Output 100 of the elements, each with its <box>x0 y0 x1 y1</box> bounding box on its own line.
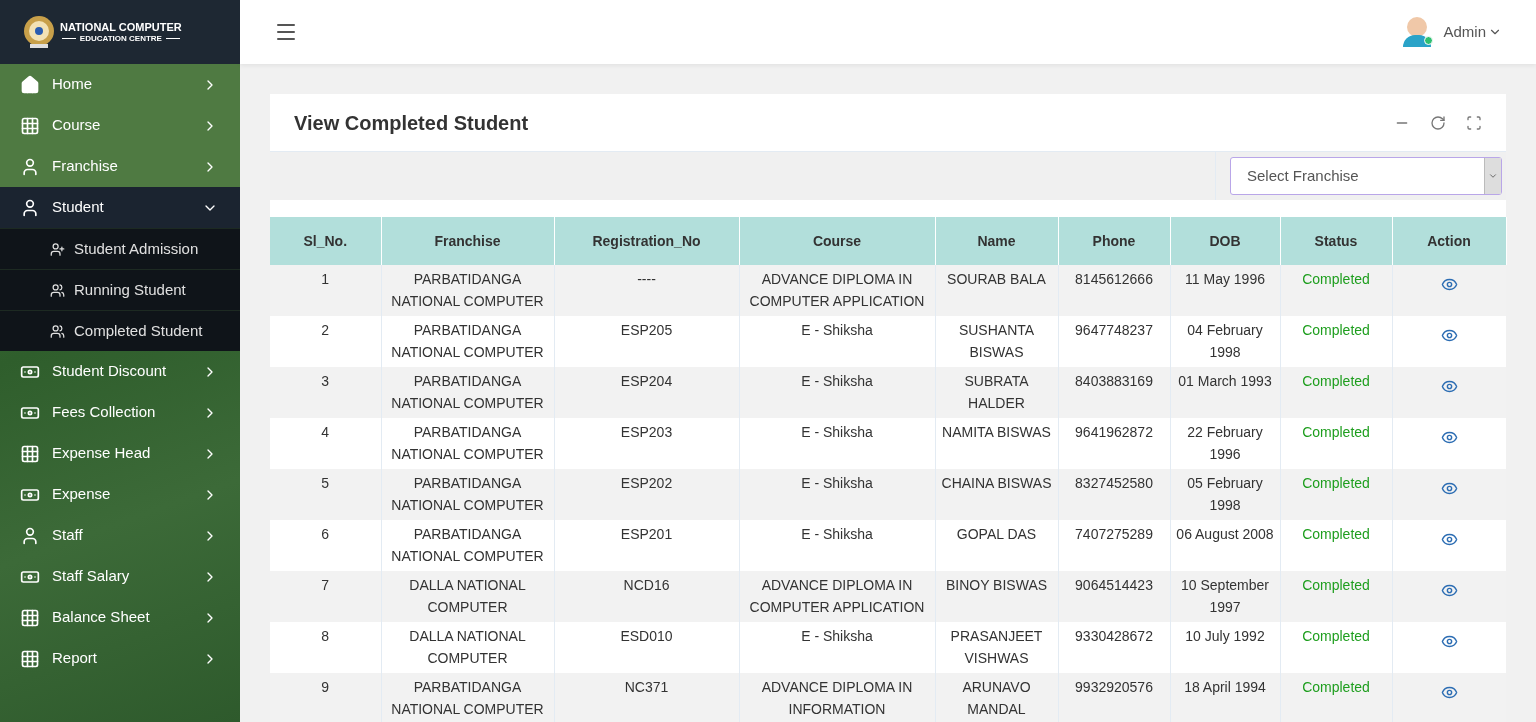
table-cell: E - Shiksha <box>739 418 935 469</box>
table-cell: E - Shiksha <box>739 316 935 367</box>
table-cell: 8327452580 <box>1058 469 1170 520</box>
table-cell: 8145612666 <box>1058 265 1170 316</box>
table-cell: 1 <box>270 265 381 316</box>
user-menu-button[interactable]: Admin <box>1443 20 1502 44</box>
sidebar-item[interactable]: Student <box>0 187 240 228</box>
table-cell: Completed <box>1280 673 1392 722</box>
table-cell: ARUNAVO MANDAL <box>935 673 1058 722</box>
table-cell: ---- <box>554 265 739 316</box>
table-cell: PARBATIDANGA NATIONAL COMPUTER <box>381 367 554 418</box>
card-title: View Completed Student <box>294 110 530 136</box>
table-cell: ESP201 <box>554 520 739 571</box>
submenu-item[interactable]: Completed Student <box>0 310 240 351</box>
table-cell: ADVANCE DIPLOMA IN COMPUTER APPLICATION <box>739 265 935 316</box>
table-cell: PARBATIDANGA NATIONAL COMPUTER <box>381 316 554 367</box>
table-cell: 9 <box>270 673 381 722</box>
brand-subtitle: EDUCATION CENTRE <box>79 33 162 44</box>
grid-icon <box>20 607 40 628</box>
table-cell: E - Shiksha <box>739 622 935 673</box>
table-cell: Completed <box>1280 265 1392 316</box>
sidebar-item[interactable]: Staff <box>0 515 240 556</box>
table-cell: DALLA NATIONAL COMPUTER <box>381 622 554 673</box>
table-cell: 6 <box>270 520 381 571</box>
table-cell: PARBATIDANGA NATIONAL COMPUTER <box>381 469 554 520</box>
sidebar-item[interactable]: Balance Sheet <box>0 597 240 638</box>
table-cell: SUBRATA HALDER <box>935 367 1058 418</box>
table-cell: E - Shiksha <box>739 520 935 571</box>
table-cell: Completed <box>1280 622 1392 673</box>
table-cell: 10 September 1997 <box>1170 571 1280 622</box>
avatar-icon <box>1403 17 1434 47</box>
refresh-icon[interactable] <box>1430 114 1446 131</box>
table-cell: 9647748237 <box>1058 316 1170 367</box>
table-cell: SOURAB BALA <box>935 265 1058 316</box>
table-cell: Completed <box>1280 469 1392 520</box>
table-cell: GOPAL DAS <box>935 520 1058 571</box>
table-cell: PARBATIDANGA NATIONAL COMPUTER <box>381 520 554 571</box>
sidebar-item[interactable]: Course <box>0 105 240 146</box>
sidebar-item[interactable]: Expense <box>0 474 240 515</box>
submenu-item[interactable]: Running Student <box>0 269 240 310</box>
table-cell: 7407275289 <box>1058 520 1170 571</box>
sidebar-item[interactable]: Franchise <box>0 146 240 187</box>
table-cell: Completed <box>1280 316 1392 367</box>
grid-icon <box>20 648 40 669</box>
table-cell: DALLA NATIONAL COMPUTER <box>381 571 554 622</box>
users-icon <box>50 323 65 339</box>
franchise-select[interactable]: Select Franchise <box>1230 157 1502 195</box>
table-cell: 9932920576 <box>1058 673 1170 722</box>
grid-icon <box>20 443 40 464</box>
user-icon <box>20 156 40 177</box>
table-cell: 11 May 1996 <box>1170 265 1280 316</box>
grid-icon <box>20 115 40 136</box>
table-cell: PARBATIDANGA NATIONAL COMPUTER <box>381 418 554 469</box>
table-cell: NCD16 <box>554 571 739 622</box>
sidebar-item[interactable]: Fees Collection <box>0 392 240 433</box>
table-cell: Completed <box>1280 571 1392 622</box>
table-cell: 4 <box>270 418 381 469</box>
home-icon <box>20 74 40 95</box>
table-cell: PRASANJEET VISHWAS <box>935 622 1058 673</box>
table-cell: Completed <box>1280 418 1392 469</box>
table-cell: 5 <box>270 469 381 520</box>
table-cell: ESP204 <box>554 367 739 418</box>
sidebar-item[interactable]: Expense Head <box>0 433 240 474</box>
table-cell: 06 August 2008 <box>1170 520 1280 571</box>
table-cell: Completed <box>1280 520 1392 571</box>
user-icon <box>20 525 40 546</box>
table-cell: ESP202 <box>554 469 739 520</box>
table-cell: E - Shiksha <box>739 367 935 418</box>
table-cell: SUSHANTA BISWAS <box>935 316 1058 367</box>
fullscreen-icon[interactable] <box>1466 114 1482 131</box>
submenu-item[interactable]: Student Admission <box>0 228 240 269</box>
table-cell: 9330428672 <box>1058 622 1170 673</box>
table-cell: 9641962872 <box>1058 418 1170 469</box>
table-cell: ESD010 <box>554 622 739 673</box>
users-icon <box>50 282 65 298</box>
sidebar-item[interactable]: Report <box>0 638 240 679</box>
user-icon <box>20 197 40 218</box>
table-cell: 8 <box>270 622 381 673</box>
table-cell: Completed <box>1280 367 1392 418</box>
sidebar-item[interactable]: Home <box>0 64 240 105</box>
table-cell: BINOY BISWAS <box>935 571 1058 622</box>
table-cell: PARBATIDANGA NATIONAL COMPUTER <box>381 265 554 316</box>
table-cell: 9064514423 <box>1058 571 1170 622</box>
table-cell: PARBATIDANGA NATIONAL COMPUTER <box>381 673 554 722</box>
table-cell: 7 <box>270 571 381 622</box>
sidebar-item[interactable]: Student Discount <box>0 351 240 392</box>
table-cell: 05 February 1998 <box>1170 469 1280 520</box>
table-cell: ESP203 <box>554 418 739 469</box>
sidebar-item[interactable]: Staff Salary <box>0 556 240 597</box>
table-cell: NAMITA BISWAS <box>935 418 1058 469</box>
user-plus-icon <box>50 241 65 257</box>
table-cell: 8403883169 <box>1058 367 1170 418</box>
table-cell: ADVANCE DIPLOMA IN COMPUTER APPLICATION <box>739 571 935 622</box>
logo-emblem-icon <box>22 15 56 49</box>
table-cell: NC371 <box>554 673 739 722</box>
table-cell: E - Shiksha <box>739 469 935 520</box>
table-cell: 22 February 1996 <box>1170 418 1280 469</box>
table-cell: 04 February 1998 <box>1170 316 1280 367</box>
table-cell: ESP205 <box>554 316 739 367</box>
chevron-down-icon <box>1488 171 1498 181</box>
